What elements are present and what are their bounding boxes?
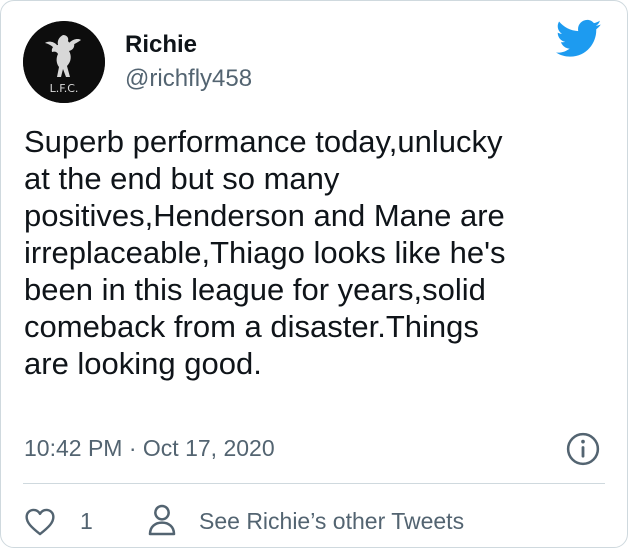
- person-icon[interactable]: [147, 504, 177, 536]
- avatar[interactable]: L.F.C.: [23, 21, 105, 103]
- author-name[interactable]: Richie: [125, 31, 197, 59]
- see-other-tweets-link[interactable]: See Richie’s other Tweets: [199, 508, 464, 535]
- avatar-lfc-text: L.F.C.: [50, 82, 79, 95]
- timestamp-separator: ·: [128, 435, 137, 461]
- author-handle[interactable]: @richfly458: [125, 65, 252, 93]
- tweet-card: L.F.C. Richie @richfly458 Superb perform…: [0, 0, 628, 548]
- info-icon[interactable]: [566, 432, 600, 466]
- tweet-timestamp[interactable]: 10:42 PM · Oct 17, 2020: [24, 435, 275, 462]
- tweet-text: Superb performance today,unlucky at the …: [24, 124, 506, 381]
- twitter-bird-icon[interactable]: [556, 19, 602, 59]
- tweet-date[interactable]: Oct 17, 2020: [143, 435, 275, 461]
- divider: [23, 483, 605, 484]
- tweet-time[interactable]: 10:42 PM: [24, 435, 122, 461]
- heart-icon[interactable]: [24, 508, 56, 536]
- liverbird-logo-image: L.F.C.: [23, 21, 105, 103]
- like-count[interactable]: 1: [80, 508, 93, 535]
